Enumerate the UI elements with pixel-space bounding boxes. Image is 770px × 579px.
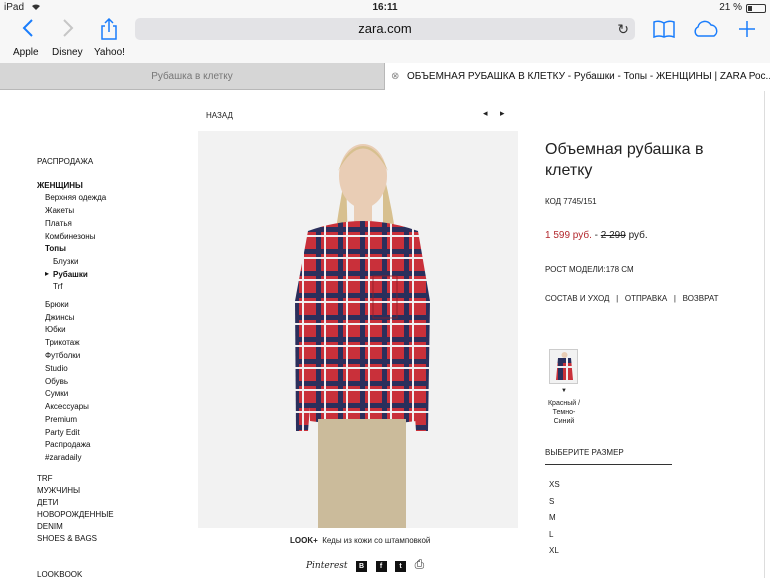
nav-item[interactable]: #zaradaily — [45, 453, 81, 462]
nav-item[interactable]: Трикотаж — [45, 338, 80, 347]
size-option-m[interactable]: M — [549, 513, 556, 522]
nav-subitem[interactable]: Trf — [53, 282, 62, 291]
tab-shirt[interactable]: Рубашка в клетку — [0, 63, 385, 90]
icloud-tabs-icon[interactable] — [692, 18, 720, 44]
tab-title: ОБЪЕМНАЯ РУБАШКА В КЛЕТКУ - Рубашки - То… — [407, 71, 770, 82]
pinterest-icon[interactable]: Pinterest — [306, 561, 348, 571]
nav-item[interactable]: Юбки — [45, 325, 66, 334]
link-divider: | — [673, 294, 676, 303]
color-name: Красный / Темно-Синий — [547, 400, 581, 425]
nav-section[interactable]: ДЕТИ — [37, 498, 58, 507]
nav-item[interactable]: Аксессуары — [45, 402, 89, 411]
complete-look[interactable]: LOOK+ Кеды из кожи со штамповкой — [290, 536, 430, 545]
battery-percent: 21 % — [719, 2, 742, 13]
swatch-selected-icon: ▼ — [561, 388, 567, 394]
price-currency: руб. — [625, 230, 648, 241]
product-price: 1 599 руб. - 2 299 руб. — [545, 230, 648, 241]
size-option-s[interactable]: S — [549, 497, 554, 506]
nav-women[interactable]: ЖЕНЩИНЫ — [37, 181, 83, 190]
share-row: Pinterest B f t ⎙ — [306, 557, 430, 572]
nav-item[interactable]: Party Edit — [45, 428, 80, 437]
nav-section[interactable]: TRF — [37, 474, 53, 483]
reload-icon[interactable]: ↻ — [617, 18, 629, 40]
print-icon[interactable]: ⎙ — [415, 557, 425, 572]
composition-link[interactable]: СОСТАВ И УХОД — [545, 294, 609, 303]
nav-subitem-shirts[interactable]: Рубашки — [53, 270, 88, 279]
close-tab-icon[interactable]: ⊗ — [391, 63, 399, 90]
divider — [545, 464, 672, 465]
nav-item[interactable]: Жакеты — [45, 206, 74, 215]
old-price: 2 299 — [600, 230, 626, 241]
twitter-icon[interactable]: t — [395, 561, 407, 572]
info-links: СОСТАВ И УХОД | ОТПРАВКА | ВОЗВРАТ — [545, 294, 718, 303]
nav-subitem[interactable]: Блузки — [53, 257, 78, 266]
url-text: zara.com — [358, 21, 412, 36]
nav-sale[interactable]: РАСПРОДАЖА — [37, 157, 93, 166]
facebook-icon[interactable]: f — [375, 561, 387, 572]
bookmark-yahoo[interactable]: Yahoo! — [94, 47, 125, 58]
clock: 16:11 — [372, 2, 398, 13]
vk-icon[interactable]: B — [356, 561, 368, 572]
product-pager: ◂ ▸ — [483, 108, 505, 119]
tab-bar: Рубашка в клетку ⊗ ОБЪЕМНАЯ РУБАШКА В КЛ… — [0, 63, 770, 90]
nav-section[interactable]: DENIM — [37, 522, 63, 531]
nav-item[interactable]: Футболки — [45, 351, 80, 360]
color-swatch[interactable] — [549, 349, 578, 384]
share-icon[interactable] — [98, 17, 120, 44]
battery-icon — [746, 4, 766, 13]
nav-item[interactable]: Studio — [45, 364, 68, 373]
link-divider: | — [616, 294, 619, 303]
nav-item[interactable]: Верхняя одежда — [45, 193, 106, 202]
new-tab-icon[interactable] — [736, 18, 758, 44]
web-page: РАСПРОДАЖА ЖЕНЩИНЫ Верхняя одежда Жакеты… — [0, 91, 770, 579]
back-arrow-icon[interactable] — [18, 18, 38, 44]
product-code: КОД 7745/151 — [545, 197, 597, 206]
page-edge — [764, 91, 770, 578]
back-link[interactable]: НАЗАД — [206, 111, 233, 120]
nav-item-tops[interactable]: Топы — [45, 244, 66, 253]
shipping-link[interactable]: ОТПРАВКА — [625, 294, 667, 303]
nav-item[interactable]: Джинсы — [45, 313, 74, 322]
nav-item[interactable]: Premium — [45, 415, 77, 424]
bookmark-disney[interactable]: Disney — [52, 47, 83, 58]
nav-item[interactable]: Брюки — [45, 300, 69, 309]
size-label: ВЫБЕРИТЕ РАЗМЕР — [545, 448, 624, 457]
nav-item[interactable]: Распродажа — [45, 440, 91, 449]
size-option-l[interactable]: L — [549, 530, 553, 539]
product-photo[interactable] — [198, 131, 518, 528]
browser-toolbar: zara.com ↻ Apple Disney Yahoo! — [0, 16, 770, 63]
nav-selected-bullet-icon: ▸ — [45, 269, 50, 278]
price-separator: - — [591, 230, 601, 241]
address-bar[interactable]: zara.com ↻ — [135, 18, 635, 40]
nav-item[interactable]: Обувь — [45, 377, 68, 386]
model-height: РОСТ МОДЕЛИ:178 СМ — [545, 265, 634, 274]
prev-product-icon[interactable]: ◂ — [483, 108, 488, 118]
nav-item[interactable]: Платья — [45, 219, 72, 228]
nav-section[interactable]: МУЖЧИНЫ — [37, 486, 80, 495]
next-product-icon[interactable]: ▸ — [500, 108, 505, 118]
sale-price: 1 599 руб. — [545, 230, 592, 241]
look-text: Кеды из кожи со штамповкой — [322, 536, 431, 545]
product-title: Объемная рубашка в клетку — [545, 141, 704, 179]
look-label: LOOK+ — [290, 536, 318, 545]
returns-link[interactable]: ВОЗВРАТ — [683, 294, 719, 303]
size-option-xs[interactable]: XS — [549, 480, 560, 489]
forward-arrow-icon[interactable] — [58, 18, 78, 44]
status-bar: iPad 16:11 21 % — [0, 0, 770, 16]
size-option-xl[interactable]: XL — [549, 546, 559, 555]
nav-section[interactable]: НОВОРОЖДЕННЫЕ — [37, 510, 114, 519]
tab-product[interactable]: ⊗ ОБЪЕМНАЯ РУБАШКА В КЛЕТКУ - Рубашки - … — [385, 63, 770, 90]
bookmarks-icon[interactable] — [653, 18, 675, 44]
bookmark-apple[interactable]: Apple — [13, 47, 39, 58]
nav-item[interactable]: Комбинезоны — [45, 232, 95, 241]
nav-item[interactable]: Сумки — [45, 389, 68, 398]
nav-section[interactable]: SHOES & BAGS — [37, 534, 97, 543]
